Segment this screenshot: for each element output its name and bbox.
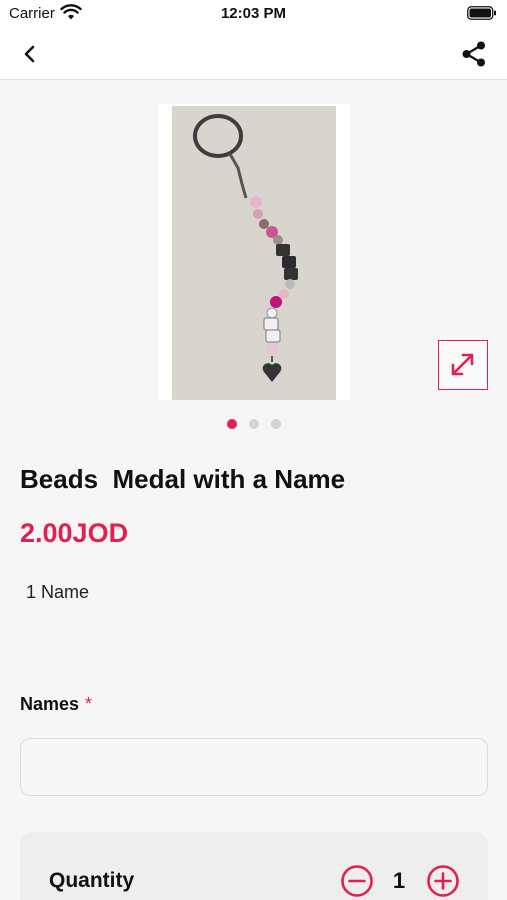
plus-circle-icon[interactable] — [426, 864, 460, 898]
required-marker: * — [85, 694, 93, 714]
battery-icon — [467, 6, 496, 20]
product-description: 1 Name — [26, 582, 90, 602]
gallery-dot-2[interactable] — [249, 419, 259, 429]
quantity-value: 1 — [392, 868, 406, 893]
product-title: Beads Medal with a Name — [20, 464, 346, 494]
chevron-left-icon[interactable] — [16, 40, 44, 68]
quantity-card: Quantity 1 — [20, 832, 488, 900]
gallery-dot-1[interactable] — [227, 419, 237, 429]
expand-image-button[interactable] — [438, 340, 488, 390]
navigation-bar — [0, 28, 507, 80]
names-label-text: Names — [20, 694, 80, 714]
product-image-gallery[interactable] — [158, 104, 350, 400]
clock: 12:03 PM — [220, 5, 287, 22]
minus-circle-icon[interactable] — [340, 864, 374, 898]
names-field-label: Names * — [20, 694, 92, 715]
product-photo — [172, 106, 336, 400]
quantity-label: Quantity — [49, 869, 135, 892]
share-icon[interactable] — [459, 39, 489, 69]
gallery-dot-3[interactable] — [271, 419, 281, 429]
status-bar: Carrier 12:03 PM — [0, 0, 507, 28]
expand-arrows-icon — [451, 353, 474, 376]
product-price: 2.00JOD — [20, 518, 129, 548]
names-input[interactable] — [20, 738, 488, 796]
